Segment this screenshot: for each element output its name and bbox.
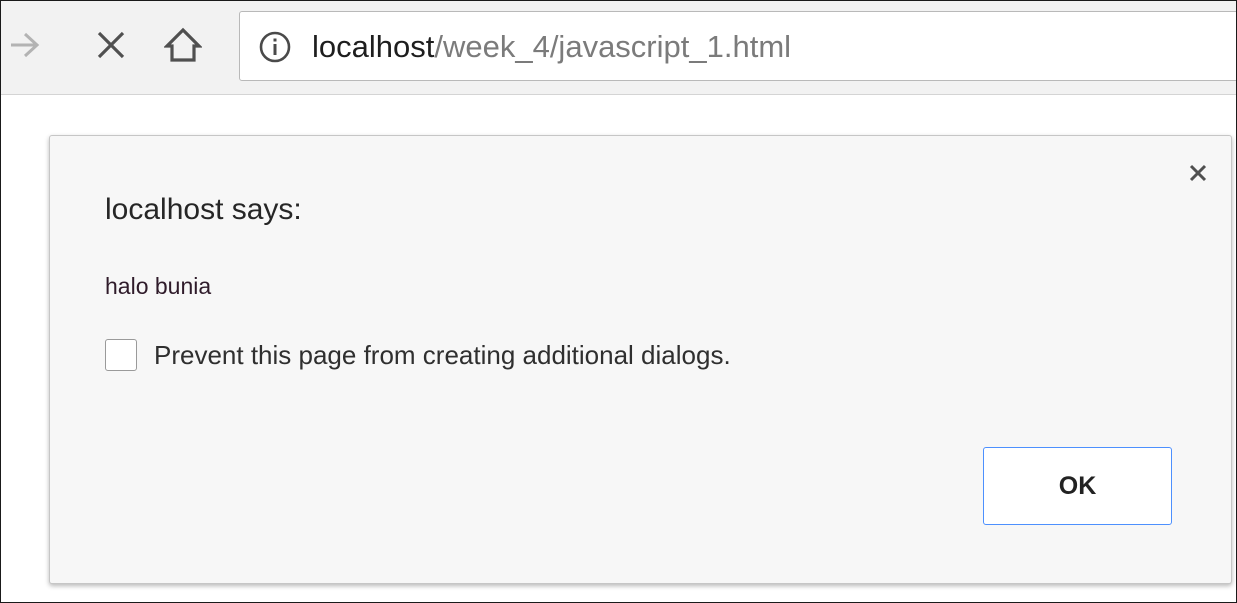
browser-window: localhost/week_4/javascript_1.html local… [0, 0, 1237, 603]
info-circle-icon[interactable] [258, 30, 292, 64]
forward-arrow-icon[interactable] [11, 23, 41, 67]
suppress-dialogs-checkbox[interactable] [105, 339, 137, 371]
url-path: /week_4/javascript_1.html [434, 29, 792, 64]
alert-dialog: localhost says: halo bunia Prevent this … [49, 135, 1232, 584]
stop-loading-icon[interactable] [89, 23, 133, 67]
close-icon[interactable] [1183, 158, 1213, 188]
dialog-title: localhost says: [105, 193, 302, 226]
suppress-dialogs-option[interactable]: Prevent this page from creating addition… [105, 336, 731, 374]
ok-button[interactable]: OK [983, 447, 1172, 525]
dialog-message: halo bunia [105, 273, 212, 299]
url-text: localhost/week_4/javascript_1.html [312, 28, 791, 66]
suppress-dialogs-label[interactable]: Prevent this page from creating addition… [154, 338, 731, 372]
browser-toolbar: localhost/week_4/javascript_1.html [1, 1, 1236, 95]
home-icon[interactable] [161, 23, 205, 67]
url-host: localhost [312, 29, 435, 64]
address-bar[interactable]: localhost/week_4/javascript_1.html [239, 11, 1236, 81]
